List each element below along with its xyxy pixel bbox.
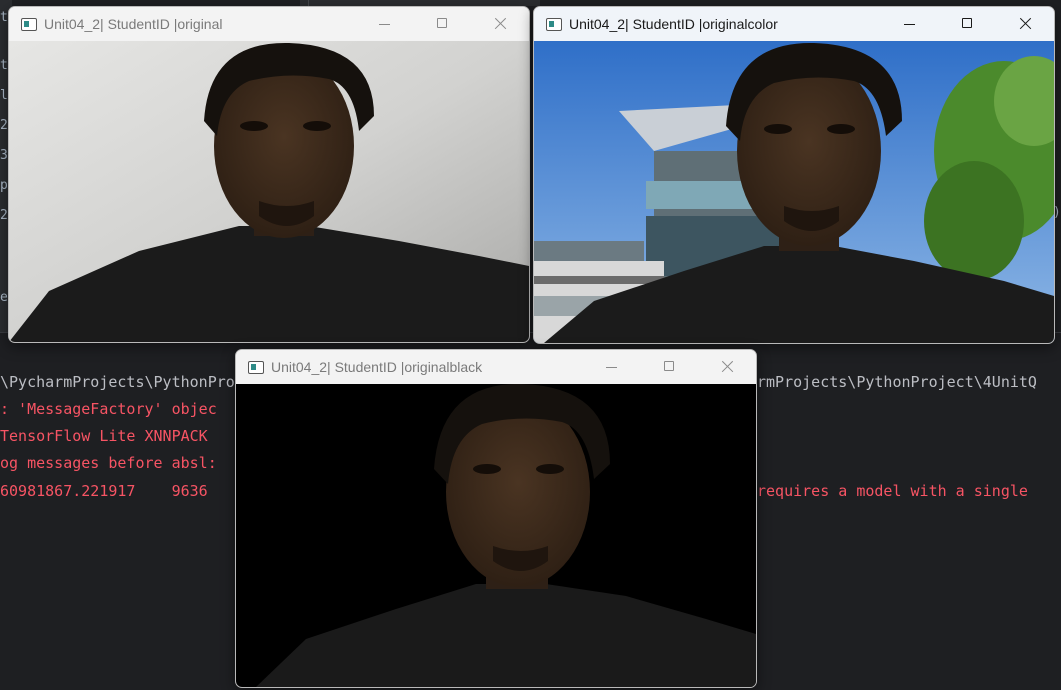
gutter-char: 2 [0,208,8,223]
app-icon [546,17,562,31]
maximize-button[interactable] [938,7,996,41]
lower-roof [534,241,644,261]
console-line: 60981867.221917 9636 [0,482,208,500]
left-eye [473,464,501,474]
console-line: requires a model with a single [757,482,1028,500]
close-button[interactable] [471,7,529,41]
window-title: Unit04_2| StudentID |originalblack [271,359,483,375]
title-bar[interactable]: Unit04_2| StudentID |originalblack [236,350,756,384]
app-icon [21,17,37,31]
minimize-button[interactable] [355,7,413,41]
close-button[interactable] [996,7,1054,41]
title-bar[interactable]: Unit04_2| StudentID |original [9,7,529,41]
composited-image [534,41,1054,343]
window-originalcolor[interactable]: Unit04_2| StudentID |originalcolor [533,6,1055,344]
console-line: rmProjects\PythonProject\4UnitQ [757,373,1037,391]
left-eye [764,124,792,134]
tree-foliage [924,161,1024,281]
webcam-frame-originalblack [236,384,756,687]
gutter-char: 3 [0,148,8,163]
console-line: \PycharmProjects\PythonProje [0,373,253,391]
right-eye [827,124,855,134]
webcam-image [9,41,529,342]
window-title: Unit04_2| StudentID |originalcolor [569,16,778,32]
gutter-char: 2 [0,118,8,133]
console-line: : 'MessageFactory' objec [0,400,217,418]
window-original[interactable]: Unit04_2| StudentID |original [8,6,530,343]
title-bar[interactable]: Unit04_2| StudentID |originalcolor [534,7,1054,41]
right-eye [536,464,564,474]
console-line: og messages before absl: [0,454,217,472]
webcam-frame-originalcolor [534,41,1054,343]
webcam-frame-original [9,41,529,342]
close-button[interactable] [698,350,756,384]
right-eye [303,121,331,131]
app-icon [248,360,264,374]
minimize-button[interactable] [880,7,938,41]
maximize-button[interactable] [640,350,698,384]
gutter-char: e [0,290,8,305]
maximize-button[interactable] [413,7,471,41]
minimize-button[interactable] [582,350,640,384]
console-line: TensorFlow Lite XNNPACK [0,427,208,445]
left-eye [240,121,268,131]
gutter-char: p [0,178,8,193]
masked-image [236,384,756,687]
window-originalblack[interactable]: Unit04_2| StudentID |originalblack [235,349,757,688]
window-title: Unit04_2| StudentID |original [44,16,223,32]
lower-stripe [534,276,664,284]
